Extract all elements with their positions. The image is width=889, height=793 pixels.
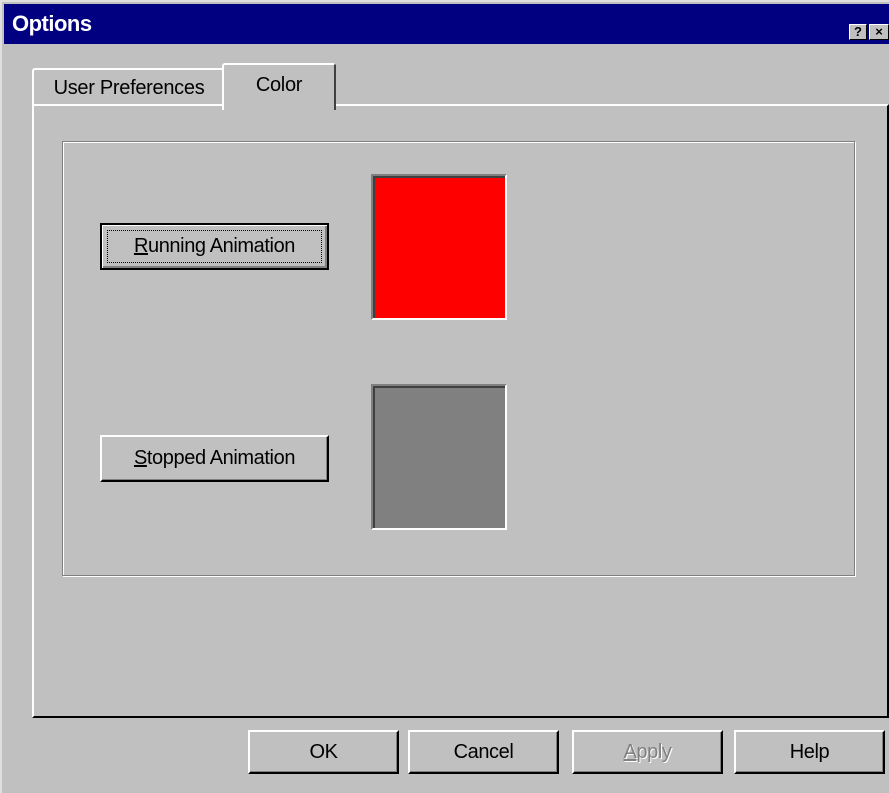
- window-title: Options: [12, 11, 92, 36]
- options-dialog: Options ? × User Preferences Color Runni…: [0, 0, 889, 793]
- tab-user-preferences[interactable]: User Preferences: [32, 68, 226, 107]
- title-bar[interactable]: Options ? ×: [4, 4, 889, 44]
- tab-color-label: Color: [255, 74, 303, 96]
- stopped-animation-button[interactable]: Stopped Animation: [100, 435, 329, 482]
- cancel-button[interactable]: Cancel: [408, 730, 559, 774]
- tab-user-preferences-label: User Preferences: [53, 77, 205, 99]
- stopped-color-swatch[interactable]: [371, 384, 507, 530]
- apply-button[interactable]: Apply: [572, 730, 723, 774]
- running-animation-button[interactable]: Running Animation: [100, 223, 329, 270]
- active-tab-joiner: [224, 102, 332, 110]
- stopped-color-fill: [373, 386, 505, 528]
- context-help-icon[interactable]: ?: [849, 24, 867, 40]
- ok-button[interactable]: OK: [248, 730, 399, 774]
- running-color-fill: [373, 176, 505, 318]
- close-icon[interactable]: ×: [869, 24, 889, 40]
- running-color-swatch[interactable]: [371, 174, 507, 320]
- help-button[interactable]: Help: [734, 730, 885, 774]
